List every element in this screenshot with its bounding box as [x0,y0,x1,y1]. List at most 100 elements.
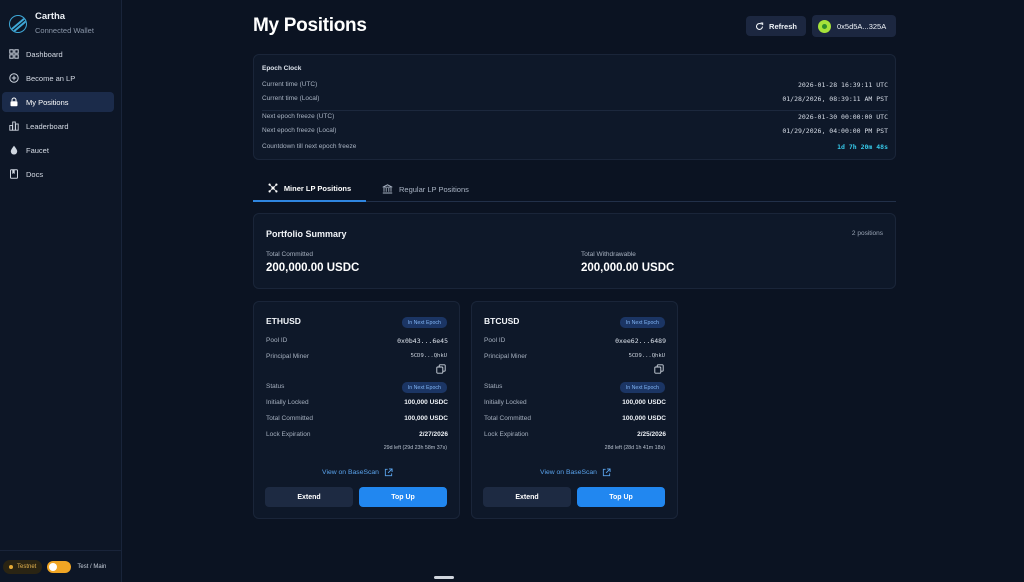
pool-id-value: 0xee62...6489 [615,337,666,345]
refresh-icon [755,22,764,31]
position-symbol: ETHUSD [266,316,301,326]
wallet-button[interactable]: 0x5d5A...325A [812,15,896,37]
position-card: ETHUSD In Next Epoch Pool ID 0x0b43...6e… [253,301,460,519]
tab-regular-lp[interactable]: Regular LP Positions [382,176,469,202]
position-tabs: Miner LP Positions Regular LP Positions [253,176,896,202]
row-label: Initially Locked [484,399,527,406]
plus-circle-icon [9,73,19,83]
view-basescan-link[interactable]: View on BaseScan [254,468,461,477]
epoch-row-label: Countdown till next epoch freeze [262,143,357,150]
brand-name: Cartha [35,11,66,22]
epoch-row-current-local: Current time (Local) 01/28/2026, 08:39:1… [262,95,888,103]
page-title: My Positions [253,15,367,36]
row-label: Total Committed [484,415,531,422]
cartha-logo-icon [9,14,27,33]
lock-expiration-row: Lock Expiration 2/27/2026 [266,431,448,438]
total-committed-value: 200,000.00 USDC [266,262,360,274]
wallet-avatar [818,19,831,33]
total-withdrawable-label: Total Withdrawable [581,251,636,258]
epoch-clock-title: Epoch Clock [262,65,302,72]
row-label: Principal Miner [484,353,527,360]
epoch-row-value: 01/28/2026, 08:39:11 AM PST [782,95,888,103]
time-left: 29d left (29d 23h 58m 37s) [383,445,447,451]
portfolio-summary-card: Portfolio Summary 2 positions Total Comm… [253,213,896,289]
initially-locked-row: Initially Locked 100,000 USDC [266,399,448,406]
book-icon [9,169,19,179]
status-badge: In Next Epoch [619,382,665,393]
sidebar-nav: Dashboard Become an LP My Positions Lead… [2,44,114,188]
pool-id-row: Pool ID 0x0b43...6e45 [266,337,448,345]
lock-icon [9,97,19,107]
tab-label: Miner LP Positions [283,183,352,193]
row-label: Lock Expiration [484,431,529,438]
external-link-icon [384,468,393,477]
bar-chart-icon [9,121,19,131]
network-toggle[interactable] [47,560,72,573]
epoch-row-next-local: Next epoch freeze (Local) 01/29/2026, 04… [262,127,888,135]
epoch-clock-card: Epoch Clock Current time (UTC) 2026-01-2… [253,54,896,160]
brand[interactable]: Cartha Connected Wallet [9,11,94,36]
lock-expiration-value: 2/25/2026 [637,431,666,438]
portfolio-summary-title: Portfolio Summary [266,229,347,239]
sidebar-item-dashboard[interactable]: Dashboard [2,44,114,64]
sidebar-item-label: My Positions [26,97,69,107]
epoch-row-value: 01/29/2026, 04:00:00 PM PST [782,127,888,135]
row-label: Total Committed [266,415,313,422]
sidebar-item-label: Leaderboard [26,121,69,131]
top-up-button[interactable]: Top Up [359,487,447,507]
basescan-label: View on BaseScan [322,469,379,476]
tab-label: Regular LP Positions [399,184,469,194]
initially-locked-value: 100,000 USDC [622,399,666,406]
row-label: Status [266,383,285,390]
epoch-row-value: 2026-01-30 00:00:00 UTC [797,113,888,121]
epoch-row-label: Next epoch freeze (Local) [262,127,337,134]
total-committed-value: 100,000 USDC [404,415,448,422]
epoch-row-label: Current time (Local) [262,95,320,102]
sidebar-item-label: Become an LP [26,73,76,83]
total-committed-row: Total Committed 100,000 USDC [484,415,666,422]
extend-button[interactable]: Extend [265,487,353,507]
time-left: 28d left (28d 1h 41m 18s) [604,445,665,451]
positions-count: 2 positions [851,230,883,237]
divider [262,110,888,111]
sidebar-item-become-lp[interactable]: Become an LP [2,68,114,88]
top-up-button[interactable]: Top Up [577,487,665,507]
epoch-status-badge: In Next Epoch [401,317,447,328]
row-label: Pool ID [484,337,506,344]
sidebar-item-faucet[interactable]: Faucet [2,140,114,160]
refresh-button[interactable]: Refresh [746,16,806,36]
sidebar-footer: Testnet Test / Main [0,550,122,582]
row-label: Lock Expiration [266,431,311,438]
pool-id-value: 0x0b43...6e45 [397,337,448,345]
row-label: Initially Locked [266,399,309,406]
tab-miner-lp[interactable]: Miner LP Positions [253,176,366,202]
status-badge: In Next Epoch [401,382,447,393]
position-card: BTCUSD In Next Epoch Pool ID 0xee62...64… [471,301,678,519]
sidebar-item-label: Faucet [26,145,49,155]
principal-miner-value: 5CD9...QhkU [410,353,447,359]
extend-button[interactable]: Extend [483,487,571,507]
position-symbol: BTCUSD [484,316,520,326]
sidebar-item-docs[interactable]: Docs [2,164,114,184]
sidebar-item-leaderboard[interactable]: Leaderboard [2,116,114,136]
copy-icon[interactable] [654,364,664,374]
status-dot-icon [9,564,13,569]
view-basescan-link[interactable]: View on BaseScan [472,468,679,477]
copy-icon[interactable] [436,364,446,374]
dashboard-icon [9,49,19,59]
total-committed-label: Total Committed [266,251,313,258]
sidebar-item-label: Docs [26,169,44,179]
total-committed-value: 100,000 USDC [622,415,666,422]
scroll-handle[interactable] [434,576,454,579]
sidebar-item-my-positions[interactable]: My Positions [2,92,114,112]
network-toggle-label: Test / Main [77,563,107,570]
sidebar: Cartha Connected Wallet Dashboard Become… [0,0,122,582]
total-withdrawable-value: 200,000.00 USDC [581,262,675,274]
network-badge-label: Testnet [17,563,37,570]
total-committed-row: Total Committed 100,000 USDC [266,415,448,422]
epoch-row-label: Next epoch freeze (UTC) [262,113,335,120]
row-label: Principal Miner [266,353,309,360]
pool-id-row: Pool ID 0xee62...6489 [484,337,666,345]
wallet-address: 0x5d5A...325A [837,21,887,31]
initially-locked-value: 100,000 USDC [404,399,448,406]
